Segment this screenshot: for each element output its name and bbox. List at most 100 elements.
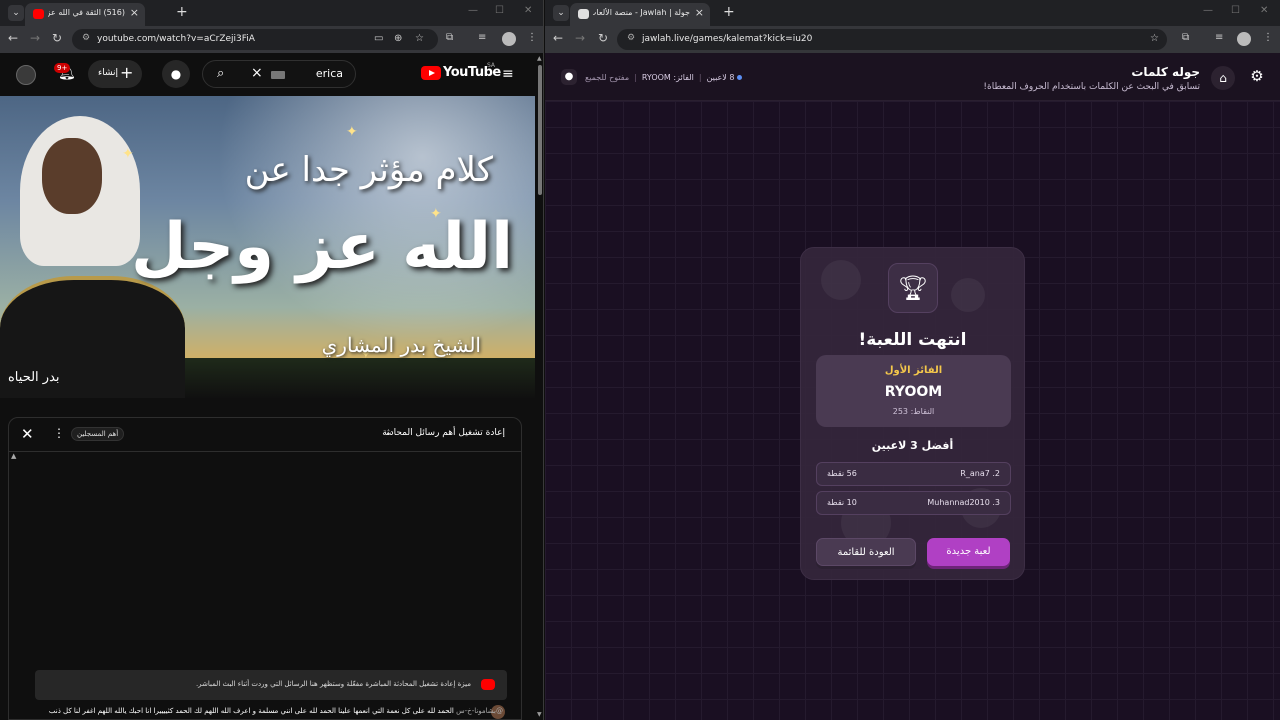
chat-replay-notice: ميزة إعادة تشغيل المحادثة المباشرة مفعّل… xyxy=(35,670,507,700)
reload-icon[interactable]: ↻ xyxy=(52,31,62,45)
browser-menu-icon[interactable]: ⋮ xyxy=(527,32,537,43)
scrollbar-thumb[interactable] xyxy=(538,65,542,195)
tab-jawlah[interactable]: جولة | Jawlah - منصة الألعاب الد × xyxy=(570,3,710,26)
site-info-icon[interactable]: ⚙ xyxy=(627,33,635,43)
kebab-icon[interactable]: ⋮ xyxy=(53,426,65,440)
mic-button[interactable]: ● xyxy=(162,60,190,88)
star-icon: ✦ xyxy=(122,146,134,162)
account-avatar[interactable] xyxy=(16,65,36,85)
youtube-masthead: ≡ YouTube SA erica × ⌕ ● + إنشاء 🔔︎ 9+ xyxy=(0,53,536,95)
player-name: 3. Muhannad2010 xyxy=(927,498,1000,507)
profile-avatar[interactable] xyxy=(502,32,516,46)
create-label: إنشاء xyxy=(98,68,119,78)
bookmark-star-icon[interactable]: ☆ xyxy=(1150,33,1159,44)
window-close-button[interactable]: ✕ xyxy=(524,5,532,16)
extensions-icon[interactable]: ⧉ xyxy=(1182,32,1189,43)
scroll-up-arrow-icon[interactable]: ▲ xyxy=(537,55,542,62)
keyboard-icon[interactable] xyxy=(271,71,285,79)
search-box[interactable]: erica × ⌕ xyxy=(202,60,356,88)
tab-strip: ⌄ جولة | Jawlah - منصة الألعاب الد × + —… xyxy=(545,0,1280,26)
open-label: مفتوح للجميع xyxy=(585,73,630,82)
game-subtitle: تسابق في البحث عن الكلمات باستخدام الحرو… xyxy=(983,82,1200,92)
players-count: 8 لاعبين xyxy=(706,73,735,82)
leaderboard-row: 3. Muhannad2010 10 نقطة xyxy=(816,491,1011,515)
maximize-button[interactable]: ☐ xyxy=(495,5,504,16)
url-text: youtube.com/watch?v=aCrZeji3FiA xyxy=(97,34,255,44)
maximize-button[interactable]: ☐ xyxy=(1231,5,1240,16)
meta-separator: | xyxy=(698,73,702,82)
bookmark-star-icon[interactable]: ☆ xyxy=(415,33,424,44)
chat-mode-title[interactable]: إعادة تشغيل أهم رسائل المحادثة xyxy=(382,428,505,438)
plus-icon: + xyxy=(120,63,134,82)
leaderboard-row: 2. R_ana7 56 نقطة xyxy=(816,462,1011,486)
home-icon[interactable]: ⌂ xyxy=(1211,66,1235,90)
youtube-logo[interactable]: YouTube SA xyxy=(421,62,501,83)
mic-icon: ● xyxy=(170,67,182,81)
back-icon[interactable]: ← xyxy=(8,31,18,45)
tab-title: (516) الثقة في الله عز وجل تت xyxy=(48,8,125,17)
back-icon[interactable]: ← xyxy=(553,31,563,45)
tab-search-button[interactable]: ⌄ xyxy=(8,5,24,21)
search-input[interactable]: erica xyxy=(316,67,343,80)
reload-icon[interactable]: ↻ xyxy=(598,31,608,45)
address-bar[interactable]: ⚙ youtube.com/watch?v=aCrZeji3FiA ▭ ⊕ ☆ xyxy=(72,29,438,50)
winner-box: الفائز الأول RYOOM النقاط: 253 xyxy=(816,355,1011,427)
online-dot-icon xyxy=(737,75,743,80)
player-name: 2. R_ana7 xyxy=(960,469,1000,478)
address-bar[interactable]: ⚙ jawlah.live/games/kalemat?kick=iu20 ☆ xyxy=(617,29,1167,50)
gear-icon[interactable]: ⚙ xyxy=(1246,67,1268,89)
window-close-button[interactable]: ✕ xyxy=(1260,5,1268,16)
reading-list-icon[interactable]: ≡ xyxy=(478,32,486,43)
new-game-button[interactable]: لعبة جديدة xyxy=(927,538,1010,566)
page-scrollbar[interactable]: ▲ ▼ xyxy=(536,53,543,720)
clear-search-icon[interactable]: × xyxy=(251,65,263,81)
winner-name: RYOOM xyxy=(884,384,943,400)
zoom-icon[interactable]: ⊕ xyxy=(394,33,402,44)
hamburger-menu-icon[interactable]: ≡ xyxy=(502,66,514,82)
jawlah-favicon-icon xyxy=(578,9,589,19)
top-chat-badge[interactable]: أهم المسجلين xyxy=(71,427,125,441)
back-to-list-button[interactable]: العودة للقائمة xyxy=(816,538,916,566)
profile-avatar[interactable] xyxy=(1237,32,1251,46)
close-icon[interactable]: ✕ xyxy=(21,425,34,443)
url-text: jawlah.live/games/kalemat?kick=iu20 xyxy=(642,34,813,44)
star-icon: ✦ xyxy=(346,124,358,140)
video-signature: بدر الحياه xyxy=(8,370,60,385)
new-tab-button[interactable]: + xyxy=(176,4,188,20)
forward-icon[interactable]: → xyxy=(30,31,40,45)
browser-menu-icon[interactable]: ⋮ xyxy=(1263,32,1273,43)
youtube-logo-icon xyxy=(421,66,441,80)
forward-icon[interactable]: → xyxy=(575,31,585,45)
site-info-icon[interactable]: ⚙ xyxy=(82,33,90,43)
tab-youtube[interactable]: (516) الثقة في الله عز وجل تت × xyxy=(25,3,145,26)
new-tab-button[interactable]: + xyxy=(723,4,735,20)
scroll-up-icon[interactable]: ▲ xyxy=(11,452,16,460)
minimize-button[interactable]: — xyxy=(468,5,478,16)
first-place-label: الفائز الأول xyxy=(884,365,943,376)
youtube-icon xyxy=(481,679,495,690)
player-points: 10 نقطة xyxy=(827,498,857,507)
search-icon[interactable]: ⌕ xyxy=(217,66,224,81)
tab-close-icon[interactable]: × xyxy=(695,6,704,19)
tab-search-button[interactable]: ⌄ xyxy=(553,5,569,21)
browser-window-youtube: ⌄ (516) الثقة في الله عز وجل تت × + — ☐ … xyxy=(0,0,544,720)
chat-icon[interactable]: ● xyxy=(561,69,577,85)
game-title: جوله كلمات xyxy=(1131,65,1200,79)
chat-message: @بشامونا-خ-س الحمد لله على كل نعمة التي … xyxy=(43,707,503,715)
tab-close-icon[interactable]: × xyxy=(130,6,139,19)
scroll-down-arrow-icon[interactable]: ▼ xyxy=(537,711,542,718)
cast-icon[interactable]: ▭ xyxy=(374,33,383,44)
top3-title: أفضل 3 لاعبين xyxy=(871,439,954,452)
notice-text: ميزة إعادة تشغيل المحادثة المباشرة مفعّل… xyxy=(195,680,471,688)
chat-author[interactable]: @بشامونا-خ-س xyxy=(456,707,503,715)
live-chat-panel: إعادة تشغيل أهم رسائل المحادثة ⌄ أهم الم… xyxy=(8,417,522,720)
game-meta: 8 لاعبين | الفائز: RYOOM | مفتوح للجميع xyxy=(585,73,743,82)
minimize-button[interactable]: — xyxy=(1203,5,1213,16)
reading-list-icon[interactable]: ≡ xyxy=(1215,32,1223,43)
chevron-down-icon[interactable]: ⌄ xyxy=(385,427,393,438)
extensions-icon[interactable]: ⧉ xyxy=(446,32,453,43)
chat-header: إعادة تشغيل أهم رسائل المحادثة ⌄ أهم الم… xyxy=(9,418,521,452)
meta-separator: | xyxy=(634,73,637,82)
create-button[interactable]: + إنشاء xyxy=(88,60,142,88)
browser-window-jawlah: ⌄ جولة | Jawlah - منصة الألعاب الد × + —… xyxy=(545,0,1280,720)
